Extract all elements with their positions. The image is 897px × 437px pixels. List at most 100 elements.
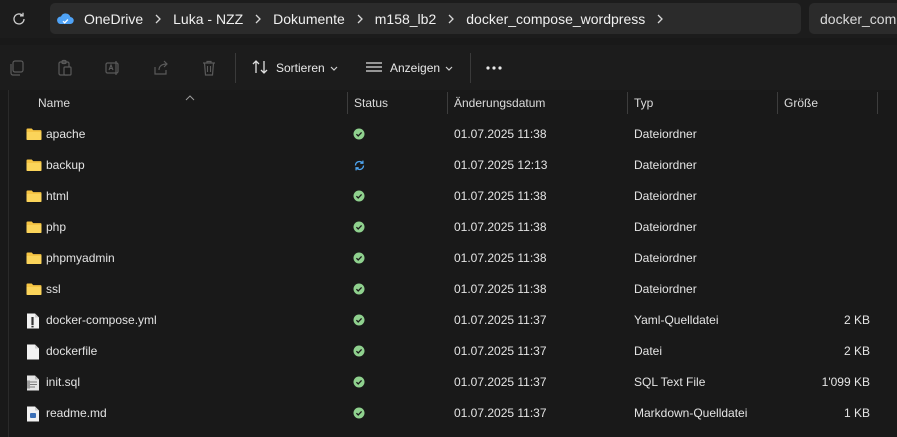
file-icon	[26, 344, 42, 360]
breadcrumb-onedrive[interactable]: OneDrive	[80, 11, 147, 27]
chevron-right-icon[interactable]	[649, 14, 671, 24]
column-type[interactable]: Typ	[629, 90, 777, 116]
file-list: Name Status Änderungsdatum Typ Größe apa…	[0, 90, 897, 437]
file-name: init.sql	[46, 375, 81, 389]
paste-icon[interactable]	[55, 58, 75, 78]
file-row[interactable]: ssl 01.07.2025 11:38 Dateiordner	[9, 274, 897, 305]
file-name: html	[46, 189, 69, 203]
file-date: 01.07.2025 11:38	[454, 189, 547, 203]
toolbar-divider	[235, 53, 236, 83]
breadcrumb[interactable]: OneDrive Luka - NZZ Dokumente m158_lb2 d…	[50, 3, 801, 34]
file-row[interactable]: dockerfile 01.07.2025 11:37 Datei 2 KB	[9, 336, 897, 367]
file-size	[779, 243, 870, 274]
chevron-right-icon[interactable]	[440, 14, 462, 24]
file-type: Dateiordner	[634, 127, 697, 141]
file-size: 1 KB	[843, 406, 870, 420]
chevron-right-icon[interactable]	[247, 14, 269, 24]
file-date: 01.07.2025 11:38	[454, 220, 547, 234]
file-row[interactable]: readme.md 01.07.2025 11:37 Markdown-Quelld…	[9, 398, 897, 429]
file-name: php	[46, 220, 67, 234]
folder-icon	[26, 127, 42, 142]
file-size	[779, 212, 870, 243]
sort-button[interactable]: Sortieren	[251, 57, 338, 79]
sync-status-icon	[353, 190, 366, 203]
file-type: Dateiordner	[634, 158, 697, 172]
file-size	[779, 274, 870, 305]
view-label: Anzeigen	[390, 61, 441, 75]
view-list-icon	[365, 60, 383, 77]
address-bar-area: OneDrive Luka - NZZ Dokumente m158_lb2 d…	[0, 0, 897, 38]
breadcrumb-label: Dokumente	[273, 10, 345, 27]
file-row[interactable]: backup 01.07.2025 12:13 Dateiordner	[9, 150, 897, 181]
file-type: Dateiordner	[634, 251, 697, 265]
file-date: 01.07.2025 11:38	[454, 251, 547, 265]
file-name: docker-compose.yml	[46, 313, 157, 327]
file-row[interactable]: apache 01.07.2025 11:38 Dateiordner	[9, 119, 897, 150]
file-row[interactable]: php 01.07.2025 11:38 Dateiordner	[9, 212, 897, 243]
toolbar-divider	[470, 53, 471, 83]
breadcrumb-docker-compose-wordpress[interactable]: docker_compose_wordpress	[462, 11, 649, 27]
view-button[interactable]: Anzeigen	[365, 57, 453, 79]
search-input[interactable]	[809, 9, 897, 28]
cloud-icon	[50, 12, 80, 26]
chevron-right-icon[interactable]	[349, 14, 371, 24]
markdown-file-icon	[26, 406, 42, 422]
more-options-icon[interactable]	[484, 58, 504, 78]
breadcrumb-label: docker_compose_wordpress	[466, 10, 646, 27]
file-name: apache	[46, 127, 86, 141]
file-size: 1'099 KB	[821, 375, 870, 389]
sync-status-icon	[353, 128, 366, 141]
file-date: 01.07.2025 11:37	[454, 375, 547, 389]
folder-icon	[26, 189, 42, 204]
file-name: dockerfile	[46, 344, 98, 358]
sql-file-icon	[26, 375, 42, 391]
yaml-file-icon	[26, 313, 42, 329]
file-date: 01.07.2025 12:13	[454, 158, 548, 172]
breadcrumb-label: m158_lb2	[374, 10, 437, 27]
file-date: 01.07.2025 11:37	[454, 344, 547, 358]
column-separator[interactable]	[447, 92, 448, 114]
file-size: 2 KB	[843, 344, 870, 358]
sync-status-icon	[353, 407, 366, 420]
file-row[interactable]: phpmyadmin 01.07.2025 11:38 Dateiordner	[9, 243, 897, 274]
command-bar: Sortieren Anzeigen	[0, 45, 897, 90]
column-separator[interactable]	[877, 92, 878, 114]
file-row[interactable]: docker-compose.yml 01.07.2025 11:37 Yaml-Q…	[9, 305, 897, 336]
sort-label: Sortieren	[276, 61, 325, 75]
refresh-icon[interactable]	[9, 9, 29, 29]
column-separator[interactable]	[347, 92, 348, 114]
file-type: SQL Text File	[634, 375, 706, 389]
breadcrumb-m158-lb2[interactable]: m158_lb2	[371, 11, 441, 27]
column-separator[interactable]	[627, 92, 628, 114]
chevron-right-icon[interactable]	[147, 14, 169, 24]
rename-icon[interactable]	[103, 58, 123, 78]
file-size	[779, 150, 870, 181]
file-row[interactable]: init.sql 01.07.2025 11:37 SQL Text File 1'0…	[9, 367, 897, 398]
breadcrumb-dokumente[interactable]: Dokumente	[269, 11, 349, 27]
sync-status-icon	[353, 283, 366, 296]
copy-icon[interactable]	[7, 58, 27, 78]
share-icon[interactable]	[151, 58, 171, 78]
folder-icon	[26, 158, 42, 173]
column-size[interactable]: Größe	[779, 90, 877, 116]
file-type: Datei	[634, 344, 663, 358]
breadcrumb-label: Luka - NZZ	[173, 10, 244, 27]
search-box[interactable]	[809, 3, 897, 34]
column-name[interactable]: Name	[33, 90, 347, 116]
sync-status-icon	[353, 314, 366, 327]
chevron-down-icon	[445, 61, 453, 75]
breadcrumb-luka-nzz[interactable]: Luka - NZZ	[169, 11, 247, 27]
column-header: Name Status Änderungsdatum Typ Größe	[0, 90, 897, 116]
sort-icon	[251, 59, 269, 78]
folder-icon	[26, 282, 42, 297]
file-type: Dateiordner	[634, 282, 697, 296]
file-row[interactable]: html 01.07.2025 11:38 Dateiordner	[9, 181, 897, 212]
file-date: 01.07.2025 11:37	[454, 406, 547, 420]
column-date[interactable]: Änderungsdatum	[449, 90, 627, 116]
file-name: backup	[46, 158, 85, 172]
file-name: readme.md	[46, 406, 107, 420]
column-separator[interactable]	[777, 92, 778, 114]
file-date: 01.07.2025 11:37	[454, 313, 547, 327]
column-status[interactable]: Status	[349, 90, 447, 116]
delete-icon[interactable]	[199, 58, 219, 78]
